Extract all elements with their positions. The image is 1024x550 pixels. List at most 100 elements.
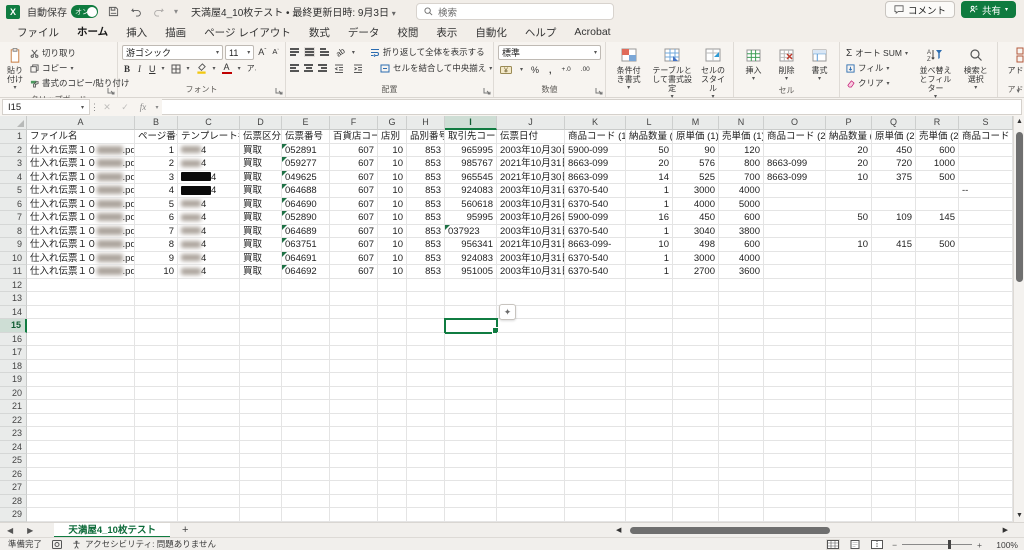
cell-G8[interactable]: 10 — [378, 225, 407, 239]
cell-R13[interactable] — [916, 292, 959, 306]
cell-E14[interactable] — [282, 306, 330, 320]
cell-N17[interactable] — [719, 346, 764, 360]
cell-C19[interactable] — [178, 373, 240, 387]
cell-I18[interactable] — [445, 360, 497, 374]
cell-P15[interactable] — [826, 319, 872, 333]
align-middle-button[interactable] — [304, 47, 315, 58]
cell-L18[interactable] — [626, 360, 673, 374]
cell-Q19[interactable] — [872, 373, 916, 387]
column-header-L[interactable]: L — [626, 116, 673, 130]
column-header-D[interactable]: D — [240, 116, 282, 130]
cell-H11[interactable]: 853 — [407, 265, 445, 279]
cell-F29[interactable] — [330, 508, 378, 522]
cell-C11[interactable]: 4 — [178, 265, 240, 279]
cell-C24[interactable] — [178, 441, 240, 455]
cell-A1[interactable]: ファイル名 — [27, 130, 135, 144]
cell-A7[interactable]: 仕入れ伝票１０.pdf — [27, 211, 135, 225]
cell-M20[interactable] — [673, 387, 719, 401]
cell-N19[interactable] — [719, 373, 764, 387]
vertical-scrollbar[interactable]: ▲ ▼ — [1013, 116, 1024, 522]
cell-O19[interactable] — [764, 373, 826, 387]
cell-K16[interactable] — [565, 333, 626, 347]
cell-H16[interactable] — [407, 333, 445, 347]
cut-button[interactable]: 切り取り — [28, 46, 131, 60]
cell-N20[interactable] — [719, 387, 764, 401]
enter-entry-icon[interactable]: ✓ — [116, 102, 134, 113]
cell-P28[interactable] — [826, 495, 872, 509]
cell-N11[interactable]: 3600 — [719, 265, 764, 279]
cell-A26[interactable] — [27, 468, 135, 482]
cell-D3[interactable]: 買取 — [240, 157, 282, 171]
cell-K3[interactable]: 8663-099 — [565, 157, 626, 171]
cell-L27[interactable] — [626, 481, 673, 495]
cell-N15[interactable] — [719, 319, 764, 333]
cell-Q5[interactable] — [872, 184, 916, 198]
cell-P1[interactable]: 納品数量 (2) — [826, 130, 872, 144]
underline-button[interactable]: U — [147, 62, 158, 75]
cell-F25[interactable] — [330, 454, 378, 468]
cell-H17[interactable] — [407, 346, 445, 360]
row-header-5[interactable]: 5 — [0, 184, 27, 198]
format-painter-button[interactable]: 書式のコピー/貼り付け — [28, 76, 131, 90]
cell-E28[interactable] — [282, 495, 330, 509]
cell-S12[interactable] — [959, 279, 1013, 293]
cell-C29[interactable] — [178, 508, 240, 522]
cell-D24[interactable] — [240, 441, 282, 455]
select-all-corner[interactable] — [0, 116, 27, 130]
cell-P3[interactable]: 20 — [826, 157, 872, 171]
cell-R11[interactable] — [916, 265, 959, 279]
scroll-right-arrow[interactable]: ▶ — [1003, 526, 1008, 535]
cell-C28[interactable] — [178, 495, 240, 509]
cell-O13[interactable] — [764, 292, 826, 306]
cell-A20[interactable] — [27, 387, 135, 401]
cell-A4[interactable]: 仕入れ伝票１０.pdf — [27, 171, 135, 185]
find-select-button[interactable]: 検索と選択▾ — [959, 45, 994, 94]
cell-R10[interactable] — [916, 252, 959, 266]
cell-M2[interactable]: 90 — [673, 144, 719, 158]
zoom-out-button[interactable]: − — [892, 540, 897, 550]
cell-L12[interactable] — [626, 279, 673, 293]
cell-G5[interactable]: 10 — [378, 184, 407, 198]
cell-F23[interactable] — [330, 427, 378, 441]
cell-L5[interactable]: 1 — [626, 184, 673, 198]
cell-N8[interactable]: 3800 — [719, 225, 764, 239]
cell-J27[interactable] — [497, 481, 565, 495]
row-header-11[interactable]: 11 — [0, 265, 27, 279]
cell-F20[interactable] — [330, 387, 378, 401]
cell-H29[interactable] — [407, 508, 445, 522]
conditional-formatting-button[interactable]: 条件付き書式▾ — [610, 45, 647, 94]
row-header-19[interactable]: 19 — [0, 373, 27, 387]
cell-E5[interactable]: 064688 — [282, 184, 330, 198]
cell-R14[interactable] — [916, 306, 959, 320]
cell-L21[interactable] — [626, 400, 673, 414]
cell-Q21[interactable] — [872, 400, 916, 414]
cell-C4[interactable]: 4 — [178, 171, 240, 185]
cell-E25[interactable] — [282, 454, 330, 468]
cell-M29[interactable] — [673, 508, 719, 522]
cell-R28[interactable] — [916, 495, 959, 509]
page-layout-view-button[interactable] — [848, 539, 862, 550]
cell-M17[interactable] — [673, 346, 719, 360]
wrap-text-button[interactable]: 折り返して全体を表示する — [368, 45, 487, 59]
cell-K18[interactable] — [565, 360, 626, 374]
row-header-1[interactable]: 1 — [0, 130, 27, 144]
number-format-combo[interactable]: 標準▾ — [498, 45, 601, 60]
cell-F21[interactable] — [330, 400, 378, 414]
cell-M15[interactable] — [673, 319, 719, 333]
cell-E29[interactable] — [282, 508, 330, 522]
cell-M3[interactable]: 576 — [673, 157, 719, 171]
cell-G14[interactable] — [378, 306, 407, 320]
cell-M12[interactable] — [673, 279, 719, 293]
cell-R6[interactable] — [916, 198, 959, 212]
cell-K1[interactable]: 商品コード (1) — [565, 130, 626, 144]
cell-A17[interactable] — [27, 346, 135, 360]
cell-I20[interactable] — [445, 387, 497, 401]
cell-B7[interactable]: 6 — [135, 211, 178, 225]
cell-D15[interactable] — [240, 319, 282, 333]
cell-E12[interactable] — [282, 279, 330, 293]
cell-C17[interactable] — [178, 346, 240, 360]
search-input[interactable]: 検索 — [416, 3, 614, 20]
cell-L10[interactable]: 1 — [626, 252, 673, 266]
format-cells-button[interactable]: 書式▾ — [809, 45, 831, 85]
cell-O12[interactable] — [764, 279, 826, 293]
